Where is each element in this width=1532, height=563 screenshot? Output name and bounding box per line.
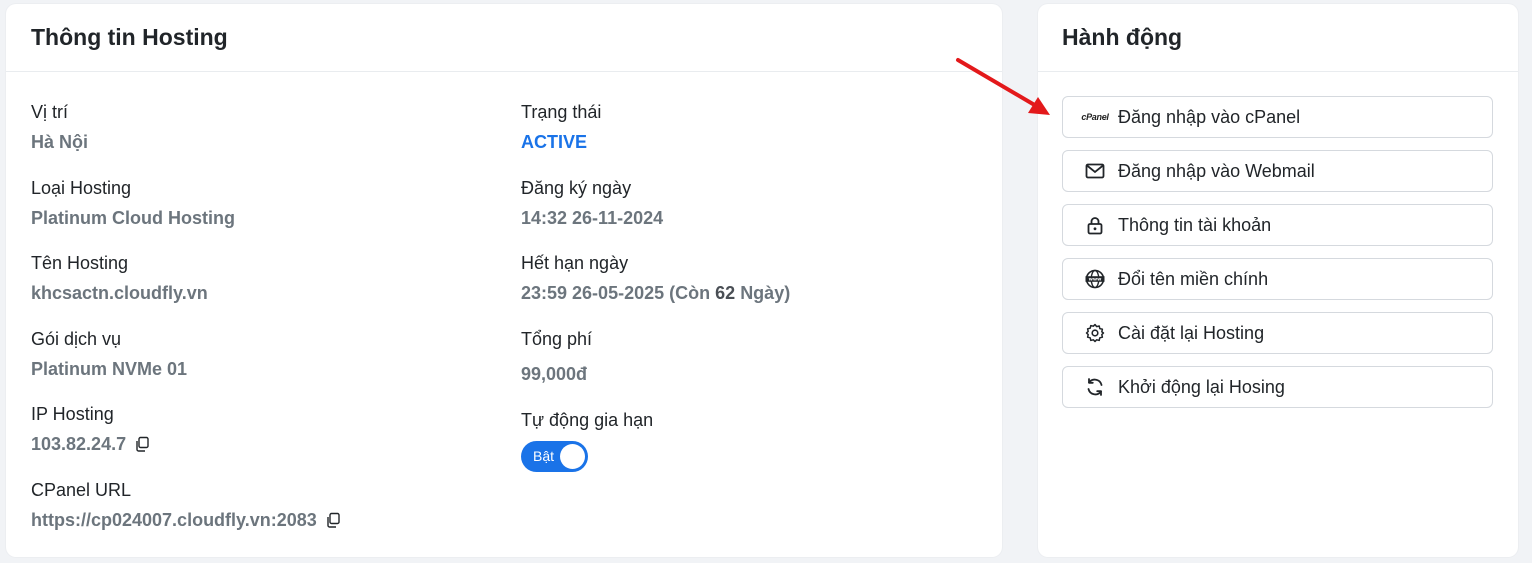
login-cpanel-button[interactable]: cPanel Đăng nhập vào cPanel bbox=[1062, 96, 1493, 138]
remaining-days: 62 bbox=[715, 283, 736, 303]
hosting-type-field: Loại Hosting Platinum Cloud Hosting bbox=[31, 177, 235, 229]
hosting-name-field: Tên Hosting khcsactn.cloudfly.vn bbox=[31, 252, 208, 304]
lock-icon bbox=[1084, 215, 1106, 235]
ip-value-row: 103.82.24.7 bbox=[31, 433, 150, 455]
login-webmail-label: Đăng nhập vào Webmail bbox=[1118, 160, 1315, 181]
auto-renew-field: Tự động gia hạn bbox=[521, 409, 653, 431]
hosting-info-title: Thông tin Hosting bbox=[6, 4, 1002, 72]
mail-icon bbox=[1084, 161, 1106, 181]
actions-title: Hành động bbox=[1038, 4, 1518, 72]
status-badge: ACTIVE bbox=[521, 132, 588, 152]
hosting-info-card: Thông tin Hosting Vị trí Hà Nội Loại Hos… bbox=[6, 4, 1002, 557]
hosting-name-label: Tên Hosting bbox=[31, 253, 129, 273]
hosting-type-value: Platinum Cloud Hosting bbox=[31, 208, 235, 228]
svg-text:www: www bbox=[1089, 278, 1102, 283]
cpanel-url-label: CPanel URL bbox=[31, 480, 132, 500]
plan-field: Gói dịch vụ Platinum NVMe 01 bbox=[31, 328, 187, 380]
status-field: Trạng thái ACTIVE bbox=[521, 101, 601, 153]
toggle-knob bbox=[560, 444, 585, 469]
reinstall-hosting-button[interactable]: Cài đặt lại Hosting bbox=[1062, 312, 1493, 354]
total-fee-value: 99,000đ bbox=[521, 364, 588, 384]
restart-hosting-button[interactable]: Khởi động lại Hosing bbox=[1062, 366, 1493, 408]
registered-label: Đăng ký ngày bbox=[521, 178, 632, 198]
plan-value: Platinum NVMe 01 bbox=[31, 359, 188, 379]
remaining-prefix: (Còn bbox=[669, 283, 711, 303]
expires-value-row: 23:59 26-05-2025 (Còn 62 Ngày) bbox=[521, 282, 790, 304]
www-globe-icon: www bbox=[1084, 269, 1106, 289]
hosting-type-label: Loại Hosting bbox=[31, 178, 132, 198]
auto-renew-label: Tự động gia hạn bbox=[521, 410, 654, 430]
status-label: Trạng thái bbox=[521, 102, 602, 122]
actions-card: Hành động cPanel Đăng nhập vào cPanel Đă… bbox=[1038, 4, 1518, 557]
account-info-button[interactable]: Thông tin tài khoản bbox=[1062, 204, 1493, 246]
copy-icon[interactable] bbox=[325, 512, 341, 528]
location-label: Vị trí bbox=[31, 102, 69, 122]
restart-hosting-label: Khởi động lại Hosing bbox=[1118, 376, 1285, 397]
cpanel-icon: cPanel bbox=[1081, 112, 1109, 122]
location-field: Vị trí Hà Nội bbox=[31, 101, 88, 153]
location-value: Hà Nội bbox=[31, 132, 89, 152]
refresh-icon bbox=[1084, 377, 1106, 397]
total-fee-label: Tổng phí bbox=[521, 329, 593, 349]
gear-icon bbox=[1084, 323, 1106, 343]
expires-value: 23:59 26-05-2025 bbox=[521, 283, 665, 303]
reinstall-hosting-label: Cài đặt lại Hosting bbox=[1118, 322, 1265, 343]
plan-label: Gói dịch vụ bbox=[31, 329, 122, 349]
registered-value: 14:32 26-11-2024 bbox=[521, 208, 664, 228]
cpanel-url-value: https://cp024007.cloudfly.vn:2083 bbox=[31, 510, 317, 530]
expires-field: Hết hạn ngày 23:59 26-05-2025 (Còn 62 Ng… bbox=[521, 252, 790, 304]
login-webmail-button[interactable]: Đăng nhập vào Webmail bbox=[1062, 150, 1493, 192]
ip-label: IP Hosting bbox=[31, 404, 114, 424]
change-domain-button[interactable]: www Đổi tên miền chính bbox=[1062, 258, 1493, 300]
change-domain-label: Đổi tên miền chính bbox=[1118, 268, 1269, 289]
remaining-suffix: Ngày) bbox=[740, 283, 791, 303]
cpanel-url-field: CPanel URL https://cp024007.cloudfly.vn:… bbox=[31, 479, 341, 531]
copy-icon[interactable] bbox=[134, 436, 150, 452]
auto-renew-toggle-label: Bật bbox=[533, 448, 555, 464]
registered-field: Đăng ký ngày 14:32 26-11-2024 bbox=[521, 177, 663, 229]
red-arrow-annotation bbox=[956, 58, 1050, 115]
ip-field: IP Hosting 103.82.24.7 bbox=[31, 403, 150, 455]
hosting-name-value: khcsactn.cloudfly.vn bbox=[31, 283, 208, 303]
cpanel-url-value-row: https://cp024007.cloudfly.vn:2083 bbox=[31, 509, 341, 531]
account-info-label: Thông tin tài khoản bbox=[1118, 214, 1272, 235]
ip-value: 103.82.24.7 bbox=[31, 434, 127, 454]
login-cpanel-label: Đăng nhập vào cPanel bbox=[1118, 106, 1301, 127]
expires-label: Hết hạn ngày bbox=[521, 253, 629, 273]
auto-renew-toggle[interactable]: Bật bbox=[521, 441, 588, 472]
total-fee-field: Tổng phí 99,000đ bbox=[521, 328, 592, 385]
